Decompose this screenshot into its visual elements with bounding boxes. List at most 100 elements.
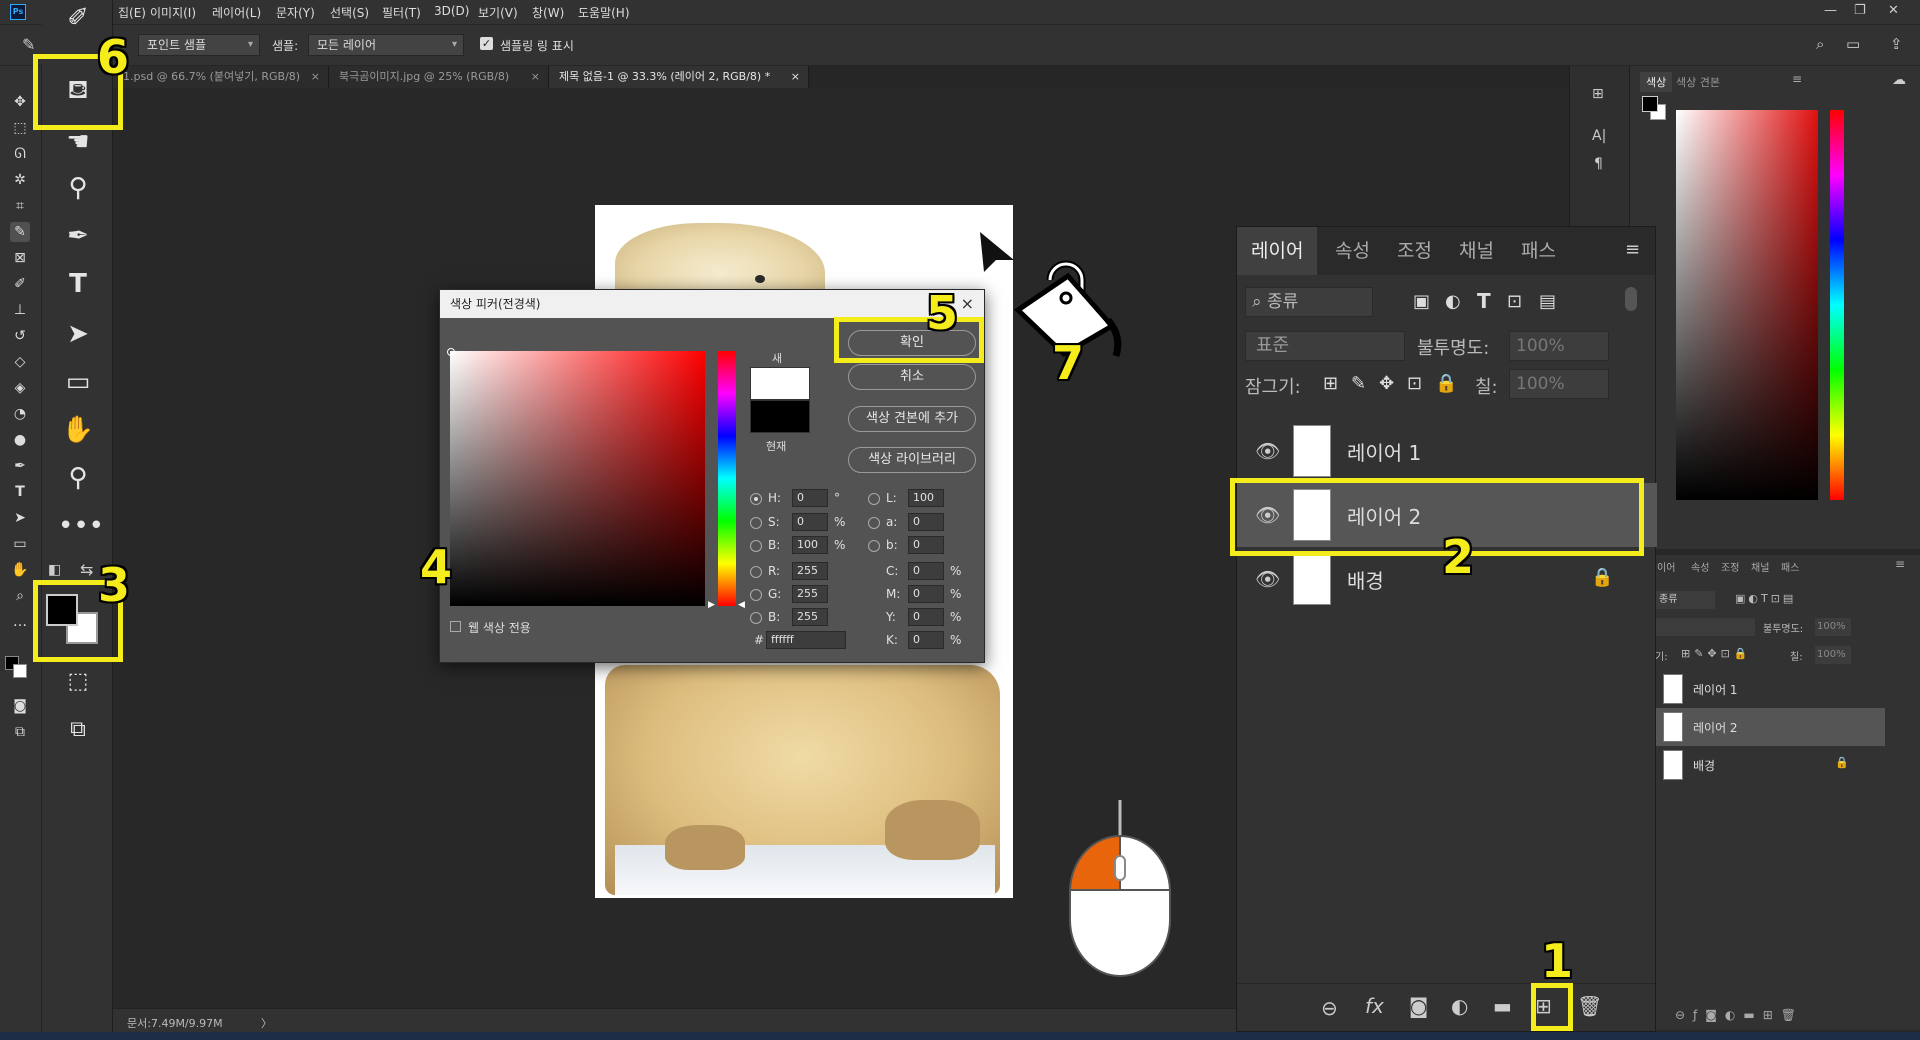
magic-wand-icon[interactable]: ✲ — [10, 170, 30, 190]
filter-kind-select[interactable]: ⌕ 종류 — [1245, 287, 1373, 317]
add-to-swatches-button[interactable]: 색상 견본에 추가 — [848, 406, 976, 432]
lock-artboard-icon[interactable]: ⊡ — [1407, 373, 1422, 394]
radio-l[interactable] — [868, 493, 880, 505]
small-layer-footer-icons[interactable]: ⊖ƒ◙◐▬⊞🗑 — [1675, 1008, 1804, 1022]
swap-colors-icon[interactable]: ⇆ — [80, 560, 93, 579]
photoshop-logo-icon[interactable]: Ps — [10, 4, 26, 20]
radio-g[interactable] — [750, 589, 762, 601]
hue-slider-right-arrow[interactable]: ◀ — [738, 600, 745, 610]
menu-image[interactable]: 이미지(I) — [150, 4, 196, 21]
workspace-icon[interactable]: ▭ — [1846, 35, 1860, 53]
rectangle-large-icon[interactable]: ▭ — [58, 364, 98, 400]
dialog-close-icon[interactable]: × — [961, 290, 974, 318]
value-blue[interactable]: 255 — [792, 608, 828, 626]
paragraph-panel-icon[interactable]: ¶ — [1594, 156, 1603, 172]
crop-tool-icon[interactable]: ⌗ — [10, 196, 30, 216]
visibility-eye-icon[interactable]: 👁 — [1255, 567, 1280, 591]
character-panel-icon[interactable]: A| — [1592, 128, 1606, 144]
path-selection-large-icon[interactable]: ➤ — [58, 316, 98, 352]
move-tool-icon[interactable]: ✥ — [10, 92, 30, 112]
screen-mode-icon[interactable]: ⧉ — [58, 712, 98, 748]
menu-3d[interactable]: 3D(D) — [434, 4, 469, 18]
small-tab-adjust[interactable]: 조정 — [1721, 559, 1739, 574]
sample-size-select[interactable]: 포인트 샘플 — [138, 34, 260, 56]
lasso-tool-icon[interactable]: ᘏ — [10, 144, 30, 164]
tab-color[interactable]: 색상 — [1640, 72, 1673, 92]
fx-icon[interactable]: fx — [1365, 994, 1384, 1018]
more-tools-large-icon[interactable]: ••• — [58, 508, 104, 544]
value-g[interactable]: 255 — [792, 585, 828, 603]
hue-slider-left-arrow[interactable]: ▶ — [708, 600, 715, 610]
menu-type[interactable]: 문자(Y) — [276, 4, 315, 21]
tab-swatches[interactable]: 색상 견본 — [1676, 74, 1720, 90]
field-c[interactable]: C: 0% — [868, 562, 978, 582]
pen-tool-large-icon[interactable]: ✒ — [58, 218, 98, 254]
color-panel-hue-slider[interactable] — [1830, 110, 1844, 500]
cancel-button[interactable]: 취소 — [848, 364, 976, 390]
radio-h[interactable] — [750, 493, 762, 505]
field-h[interactable]: H: 0 ° — [750, 489, 850, 509]
quick-mask-small-icon[interactable]: ◙ — [10, 696, 30, 716]
marquee-tool-icon[interactable]: ⬚ — [10, 118, 30, 138]
rectangle-tool-icon[interactable]: ▭ — [10, 534, 30, 554]
color-libraries-button[interactable]: 색상 라이브러리 — [848, 447, 976, 473]
filter-toggle[interactable] — [1625, 287, 1637, 311]
foreground-color-swatch[interactable] — [46, 594, 78, 626]
value-k[interactable]: 0 — [908, 631, 944, 649]
menu-window[interactable]: 창(W) — [532, 4, 564, 21]
status-arrow-icon[interactable]: 〉 — [261, 1015, 272, 1031]
layers-menu-icon[interactable]: ≡ — [1625, 239, 1640, 260]
filter-pixel-icon[interactable]: ▣ — [1413, 291, 1430, 312]
value-b[interactable]: 100 — [792, 536, 828, 554]
frame-tool-icon[interactable]: ⊠ — [10, 248, 30, 268]
radio-blue[interactable] — [750, 612, 762, 624]
filter-smartobject-icon[interactable]: ▤ — [1539, 291, 1556, 312]
web-only-checkbox[interactable] — [450, 621, 461, 632]
pen-tool-icon[interactable]: ✒ — [10, 456, 30, 476]
zoom-tool-large-icon[interactable]: ⚲ — [58, 460, 98, 496]
value-y[interactable]: 0 — [908, 608, 944, 626]
small-opacity-field[interactable]: 100% — [1815, 618, 1851, 636]
field-y[interactable]: Y: 0% — [868, 608, 978, 628]
radio-r[interactable] — [750, 566, 762, 578]
menu-view[interactable]: 보기(V) — [478, 4, 518, 21]
small-tab-properties[interactable]: 속성 — [1691, 559, 1709, 574]
tab-doc-3[interactable]: 제목 없음-1 @ 33.3% (레이어 2, RGB/8) * × — [549, 66, 809, 88]
value-lab-b[interactable]: 0 — [908, 536, 944, 554]
small-lock-icons[interactable]: ⊞✎✥⊡🔒 — [1681, 647, 1752, 660]
field-l[interactable]: L: 100 — [868, 489, 968, 509]
color-panel-field[interactable] — [1676, 110, 1818, 500]
value-s[interactable]: 0 — [792, 513, 828, 531]
color-panel-foreground[interactable] — [1642, 96, 1658, 112]
field-m[interactable]: M: 0% — [868, 585, 978, 605]
type-tool-large-icon[interactable]: T — [58, 266, 98, 302]
paint-bucket-small-icon[interactable]: ◈ — [10, 378, 30, 398]
small-layer-row-2[interactable]: 레이어 2 — [1655, 708, 1885, 746]
blend-mode-select[interactable]: 표준 — [1245, 331, 1405, 361]
small-panel-menu-icon[interactable]: ≡ — [1895, 557, 1905, 571]
search-icon[interactable]: ⌕ — [1816, 35, 1824, 53]
field-k[interactable]: K: 0% — [868, 631, 978, 651]
value-m[interactable]: 0 — [908, 585, 944, 603]
radio-a[interactable] — [868, 517, 880, 529]
lock-pixels-icon[interactable]: ✎ — [1351, 373, 1366, 394]
value-h[interactable]: 0 — [792, 489, 828, 507]
hand-tool-large-icon[interactable]: ✋ — [58, 412, 98, 448]
stamp-tool-icon[interactable]: ⊥ — [10, 300, 30, 320]
tab-doc-1[interactable]: 1.psd @ 66.7% (붙여넣기, RGB/8) × — [113, 66, 329, 88]
field-blue[interactable]: B: 255 — [750, 608, 850, 628]
background-color-small[interactable] — [13, 664, 27, 678]
zoom-tool-icon[interactable]: ⌕ — [10, 586, 30, 606]
history-panel-icon[interactable]: ⊞ — [1592, 86, 1604, 102]
blur-tool-icon[interactable]: ◔ — [10, 404, 30, 424]
opacity-field[interactable]: 100% — [1509, 331, 1609, 361]
saturation-brightness-field[interactable] — [450, 351, 705, 606]
menu-edit[interactable]: 집(E) — [118, 4, 146, 21]
tab-close-icon[interactable]: × — [531, 66, 540, 88]
sample-layers-select[interactable]: 모든 레이어 — [308, 34, 464, 56]
value-c[interactable]: 0 — [908, 562, 944, 580]
restore-icon[interactable]: ❐ — [1854, 3, 1866, 18]
dodge-tool-icon[interactable]: ● — [10, 430, 30, 450]
small-tab-channels[interactable]: 채널 — [1751, 559, 1769, 574]
small-blend-select[interactable] — [1655, 618, 1755, 636]
